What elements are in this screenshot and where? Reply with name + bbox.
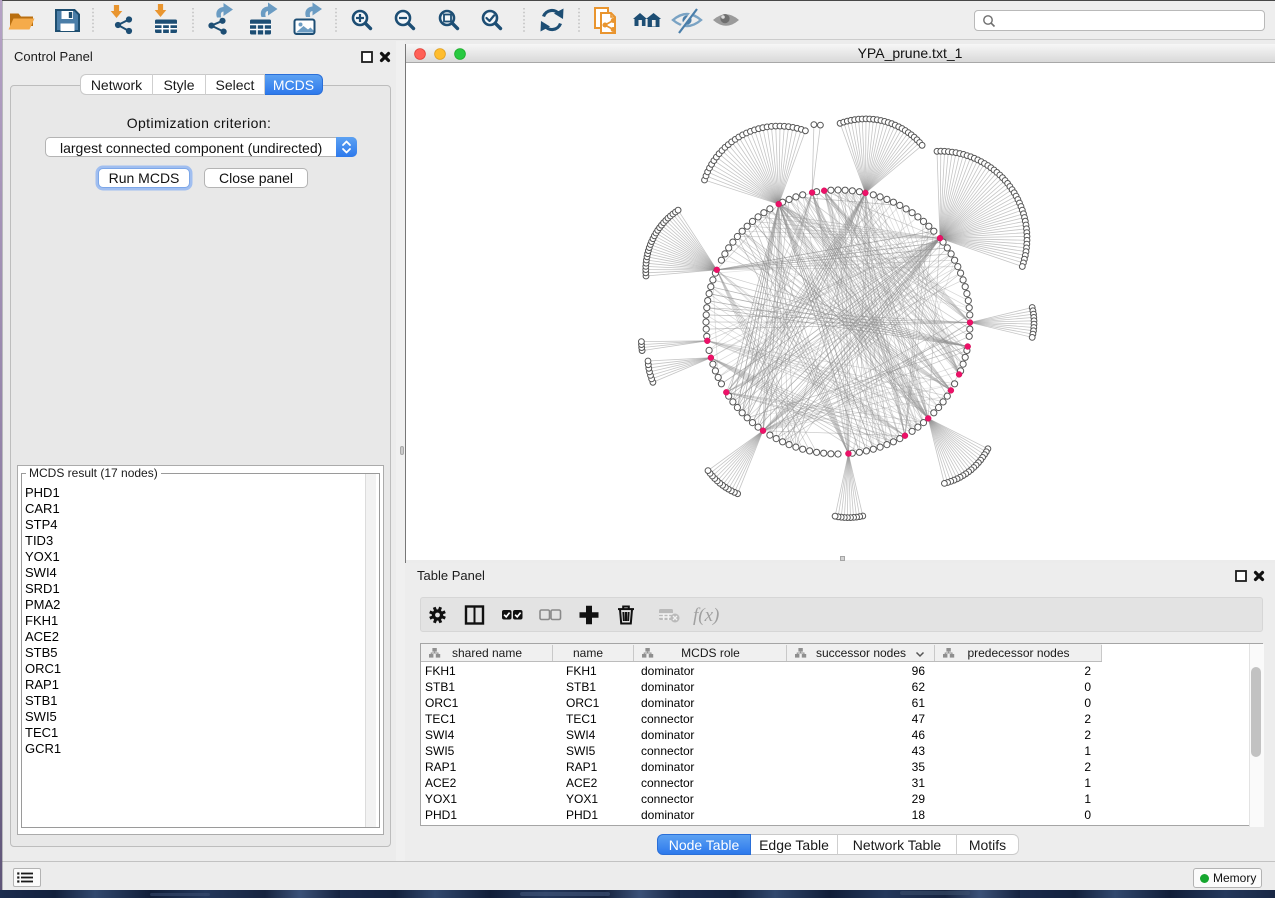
svg-text:f(x): f(x) xyxy=(693,605,719,626)
